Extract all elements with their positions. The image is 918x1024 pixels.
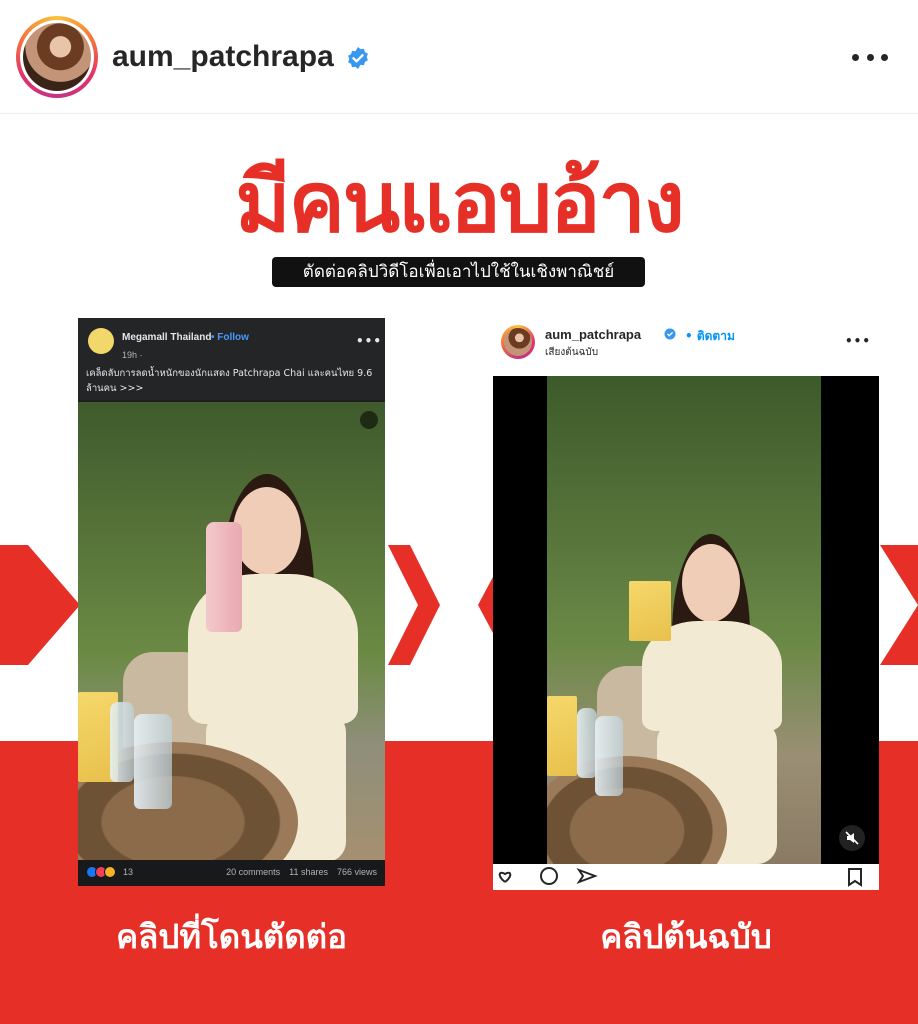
avatar-story-ring[interactable] <box>16 16 98 98</box>
view-count: 766 views <box>336 867 377 877</box>
more-horizontal-icon: ••• <box>356 334 383 348</box>
avatar[interactable] <box>23 23 91 91</box>
engagement-stats: 20 comments 11 shares 766 views <box>226 867 377 877</box>
username[interactable]: aum_patchrapa <box>112 40 334 74</box>
avatar-story-ring <box>501 325 535 359</box>
post-time: 19h · <box>122 350 143 360</box>
post-image: มีคนแอบอ้าง ตัดต่อคลิปวิดีโอเพื่อเอาไปใช… <box>0 115 918 1024</box>
bookmark-icon <box>848 868 862 887</box>
verified-badge-icon <box>664 328 676 340</box>
picture-in-picture-icon <box>360 411 378 429</box>
follow-link: • Follow <box>211 332 249 343</box>
comment-count: 20 comments <box>226 867 281 877</box>
facebook-post-header: Megamall Thailand • Follow 19h · ••• เคล… <box>78 318 385 400</box>
post-caption: เคล็ดลับการลดน้ำหนักของนักแสดง Patchrapa… <box>86 368 373 394</box>
instagram-post-screenshot: aum_patchrapa • ติดตาม เสียงต้นฉบับ ••• <box>493 318 879 890</box>
user-tag-icon <box>501 829 523 851</box>
mute-icon <box>839 825 865 851</box>
more-horizontal-icon: ••• <box>845 334 872 348</box>
video-frame <box>78 402 385 860</box>
action-bar <box>493 864 879 890</box>
follow-link: • ติดตาม <box>685 329 735 343</box>
subheadline: ตัดต่อคลิปวิดีโอเพื่อเอาไปใช้ในเชิงพาณิช… <box>272 257 645 287</box>
username: aum_patchrapa <box>545 327 642 342</box>
more-horizontal-icon[interactable] <box>852 50 888 64</box>
facebook-post-footer: 13 20 comments 11 shares 766 views <box>78 860 385 886</box>
share-icon <box>576 867 598 885</box>
page-name: Megamall Thailand <box>122 332 212 343</box>
original-clip-label: คลิปต้นฉบับ <box>600 917 772 956</box>
post-header: aum_patchrapa <box>0 0 918 114</box>
verified-badge-icon <box>348 47 368 69</box>
comment-icon <box>540 867 558 885</box>
edited-clip-label: คลิปที่โดนตัดต่อ <box>116 917 347 956</box>
headline: มีคนแอบอ้าง <box>235 153 685 251</box>
page-avatar <box>88 328 114 354</box>
facebook-post-screenshot: Megamall Thailand • Follow 19h · ••• เคล… <box>78 318 385 886</box>
reaction-icons <box>86 866 116 878</box>
share-count: 11 shares <box>289 867 328 877</box>
reaction-count: 13 <box>123 867 134 877</box>
like-icon <box>498 871 512 883</box>
avatar <box>504 328 532 356</box>
audio-label: เสียงต้นฉบับ <box>545 347 599 358</box>
video-frame <box>493 376 879 864</box>
